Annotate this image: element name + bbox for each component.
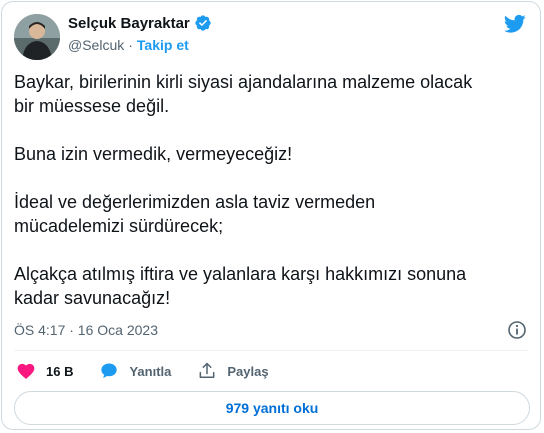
like-button[interactable]: 16 B [16,361,73,381]
tweet-timestamp[interactable]: ÖS 4:17 · 16 Oca 2023 [14,322,158,338]
read-replies-button[interactable]: 979 yanıtı oku [14,391,530,425]
action-bar: 16 B Yanıtla Paylaş [16,361,295,381]
twitter-bird-icon[interactable] [504,14,526,34]
like-count: 16 B [46,363,74,379]
tweet-text: Baykar, birilerinin kirli siyasi ajandal… [14,70,524,334]
share-icon [199,362,215,378]
heart-icon [17,363,35,379]
follow-button[interactable]: Takip et [137,37,189,53]
tweet-paragraph: İdeal ve değerlerimizden asla taviz verm… [14,192,376,236]
reply-button[interactable]: Yanıtla [99,361,171,381]
tweet-paragraph: Alçakça atılmış iftira ve yalanlara karş… [14,264,467,308]
tweet-card: Selçuk Bayraktar @Selcuk · Takip et Bayk… [1,1,541,430]
verified-badge-icon [194,14,212,32]
info-icon[interactable] [507,320,527,340]
reply-bubble-icon [101,363,118,379]
divider [14,350,528,351]
separator-dot: · [128,37,133,53]
reply-label: Yanıtla [129,363,172,379]
share-button[interactable]: Paylaş [197,361,269,381]
tweet-paragraph: Buna izin vermedik, vermeyeceğiz! [14,144,293,164]
author-handle[interactable]: @Selcuk [68,37,124,53]
avatar[interactable] [14,14,60,60]
share-label: Paylaş [227,363,269,379]
author-name[interactable]: Selçuk Bayraktar [68,15,190,32]
tweet-paragraph: Baykar, birilerinin kirli siyasi ajandal… [14,72,473,116]
